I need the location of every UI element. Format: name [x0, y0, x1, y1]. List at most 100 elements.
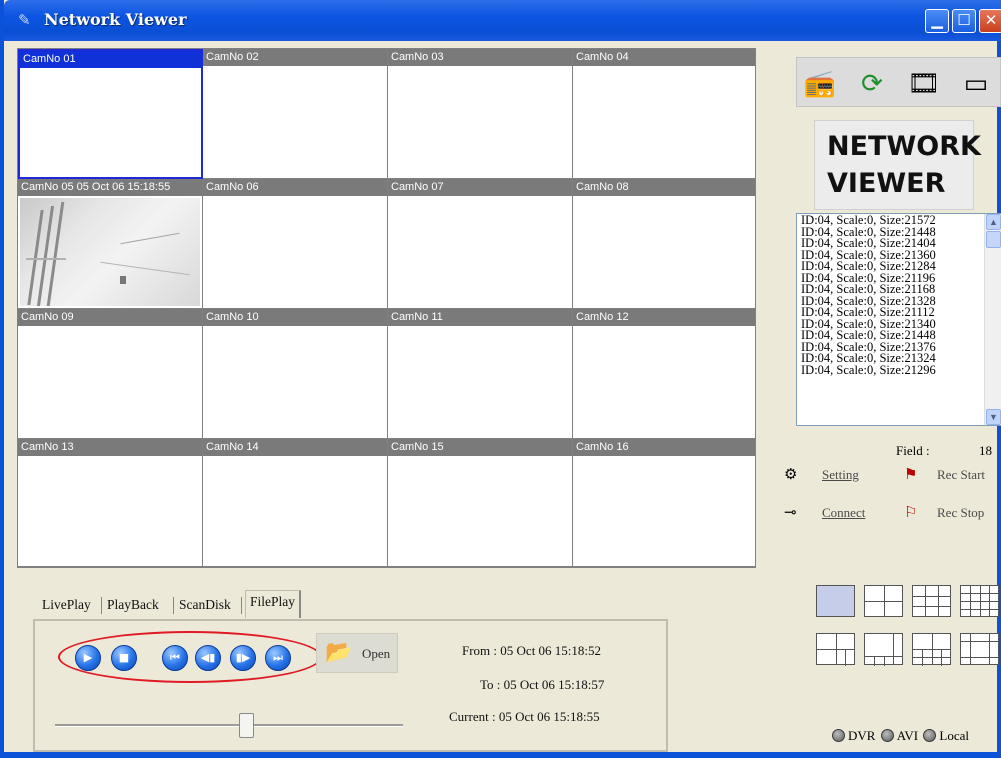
camera-label: CamNo 02: [203, 49, 387, 66]
minimize-button[interactable]: ▁: [925, 9, 949, 33]
rec-start-icon[interactable]: ⚑: [904, 465, 917, 484]
dvr-radio[interactable]: [832, 729, 845, 742]
camera-tile-07[interactable]: CamNo 07: [388, 179, 573, 309]
camera-tile-04[interactable]: CamNo 04: [573, 49, 756, 179]
camera-tile-11[interactable]: CamNo 11: [388, 309, 573, 439]
fileplay-panel: ▶ ■ ⏮ ◀▮ ▮▶ ⏭ 📂 Open From : 05 Oct 06 15…: [33, 619, 668, 752]
title-bar[interactable]: ✎ Network Viewer ▁ ☐ ✕: [4, 0, 1001, 41]
time-from: From : 05 Oct 06 15:18:52: [462, 643, 602, 658]
skip-forward-button[interactable]: ⏭: [265, 645, 291, 671]
camera-label: CamNo 11: [388, 309, 572, 326]
camera-label: CamNo 01: [20, 51, 201, 68]
scroll-up-icon[interactable]: ▲: [986, 214, 1001, 230]
camera-label: CamNo 16: [573, 439, 755, 456]
layout-3x3[interactable]: [912, 585, 951, 617]
layout-6[interactable]: [816, 633, 855, 666]
layout-1x1[interactable]: [816, 585, 855, 617]
camera-label: CamNo 07: [388, 179, 572, 196]
log-items: ID:04, Scale:0, Size:21572 ID:04, Scale:0…: [801, 214, 984, 377]
refresh-icon[interactable]: ⟳: [853, 66, 891, 102]
play-icon: ▶: [83, 651, 93, 664]
camera-label: CamNo 10: [203, 309, 387, 326]
camera-label: CamNo 15: [388, 439, 572, 456]
maximize-icon: ☐: [957, 11, 971, 29]
step-back-button[interactable]: ◀▮: [195, 645, 221, 671]
camera-tile-15[interactable]: CamNo 15: [388, 439, 573, 567]
step-forward-icon: ▮▶: [235, 651, 251, 664]
right-panel: 📻 ⟳ 🎞 ▭ NETWORK VIEWER ID:04, Scale:0, S…: [764, 45, 1001, 755]
layout-8[interactable]: [864, 633, 903, 666]
local-radio[interactable]: [923, 729, 937, 742]
layout-13[interactable]: [960, 633, 999, 665]
avi-label: AVI: [896, 728, 919, 743]
camera-tile-03[interactable]: CamNo 03: [388, 49, 573, 179]
camera-tile-09[interactable]: CamNo 09: [18, 309, 203, 439]
camera-label: CamNo 09: [18, 309, 202, 326]
field-value: 18: [979, 443, 992, 458]
camera-label: CamNo 04: [573, 49, 755, 66]
camera-feed-image: [20, 198, 200, 306]
seek-slider-thumb[interactable]: [239, 713, 255, 738]
step-forward-button[interactable]: ▮▶: [230, 645, 256, 671]
camera-tile-02[interactable]: CamNo 02: [203, 49, 388, 179]
scroll-down-icon[interactable]: ▼: [986, 409, 1001, 425]
tab-scandisk[interactable]: ScanDisk: [179, 594, 231, 618]
camera-tile-01[interactable]: CamNo 01: [18, 49, 203, 179]
time-current: Current : 05 Oct 06 15:18:55: [449, 709, 600, 724]
rec-start-button[interactable]: Rec Start: [937, 467, 985, 483]
tab-playback[interactable]: PlayBack: [107, 594, 159, 618]
toolbar: 📻 ⟳ 🎞 ▭: [796, 57, 1001, 107]
layout-4x4[interactable]: [960, 585, 999, 617]
tab-liveplay[interactable]: LivePlay: [42, 594, 91, 618]
logo: NETWORK VIEWER: [814, 120, 981, 210]
stop-icon: ■: [118, 651, 130, 664]
source-selector: DVR AVI Local: [832, 728, 969, 744]
logo-line-2: VIEWER: [827, 168, 946, 199]
close-button[interactable]: ✕: [979, 9, 1001, 33]
layout-10[interactable]: [912, 633, 951, 666]
window-title: Network Viewer: [44, 10, 187, 29]
close-icon: ✕: [984, 11, 998, 29]
log-list[interactable]: ID:04, Scale:0, Size:21572 ID:04, Scale:0…: [796, 213, 1001, 426]
rec-stop-icon[interactable]: ⚐: [904, 503, 917, 522]
field-label: Field :: [896, 443, 930, 458]
radio-icon[interactable]: 📻: [801, 66, 839, 102]
avi-icon[interactable]: 🎞: [905, 66, 943, 102]
skip-back-button[interactable]: ⏮: [162, 645, 188, 671]
camera-icon: ✎: [18, 13, 31, 29]
camera-tile-05[interactable]: CamNo 05 05 Oct 06 15:18:55: [18, 179, 203, 309]
camera-tile-08[interactable]: CamNo 08: [573, 179, 756, 309]
maximize-button[interactable]: ☐: [952, 9, 976, 33]
connect-button[interactable]: Connect: [822, 505, 865, 521]
camera-label: CamNo 13: [18, 439, 202, 456]
seek-slider-track[interactable]: [55, 724, 403, 727]
camera-label: CamNo 05 05 Oct 06 15:18:55: [18, 179, 202, 196]
camera-tile-14[interactable]: CamNo 14: [203, 439, 388, 567]
dvr-device-icon[interactable]: ▭: [957, 66, 995, 102]
settings-icon[interactable]: ⚙: [784, 465, 797, 484]
camera-label: CamNo 14: [203, 439, 387, 456]
camera-tile-06[interactable]: CamNo 06: [203, 179, 388, 309]
play-button[interactable]: ▶: [75, 645, 101, 671]
rec-stop-button[interactable]: Rec Stop: [937, 505, 984, 521]
camera-tile-12[interactable]: CamNo 12: [573, 309, 756, 439]
camera-tile-10[interactable]: CamNo 10: [203, 309, 388, 439]
camera-tile-16[interactable]: CamNo 16: [573, 439, 756, 567]
stop-button[interactable]: ■: [111, 645, 137, 671]
setting-button[interactable]: Setting: [822, 467, 859, 483]
camera-tile-13[interactable]: CamNo 13: [18, 439, 203, 567]
folder-icon: 📂: [325, 639, 353, 664]
plug-icon[interactable]: ⊸: [784, 503, 797, 522]
layout-2x2[interactable]: [864, 585, 903, 617]
camera-grid: CamNo 01 CamNo 02 CamNo 03 CamNo 04 CamN…: [17, 48, 756, 568]
scroll-thumb[interactable]: [986, 231, 1001, 248]
scrollbar[interactable]: ▲ ▼: [984, 214, 1001, 425]
open-button[interactable]: 📂 Open: [316, 633, 398, 673]
avi-radio[interactable]: [880, 729, 894, 742]
camera-label: CamNo 08: [573, 179, 755, 196]
step-back-icon: ◀▮: [200, 651, 216, 664]
camera-label: CamNo 03: [388, 49, 572, 66]
log-line: ID:04, Scale:0, Size:21296: [801, 362, 936, 377]
tab-fileplay[interactable]: FilePlay: [245, 590, 302, 618]
camera-label: CamNo 06: [203, 179, 387, 196]
